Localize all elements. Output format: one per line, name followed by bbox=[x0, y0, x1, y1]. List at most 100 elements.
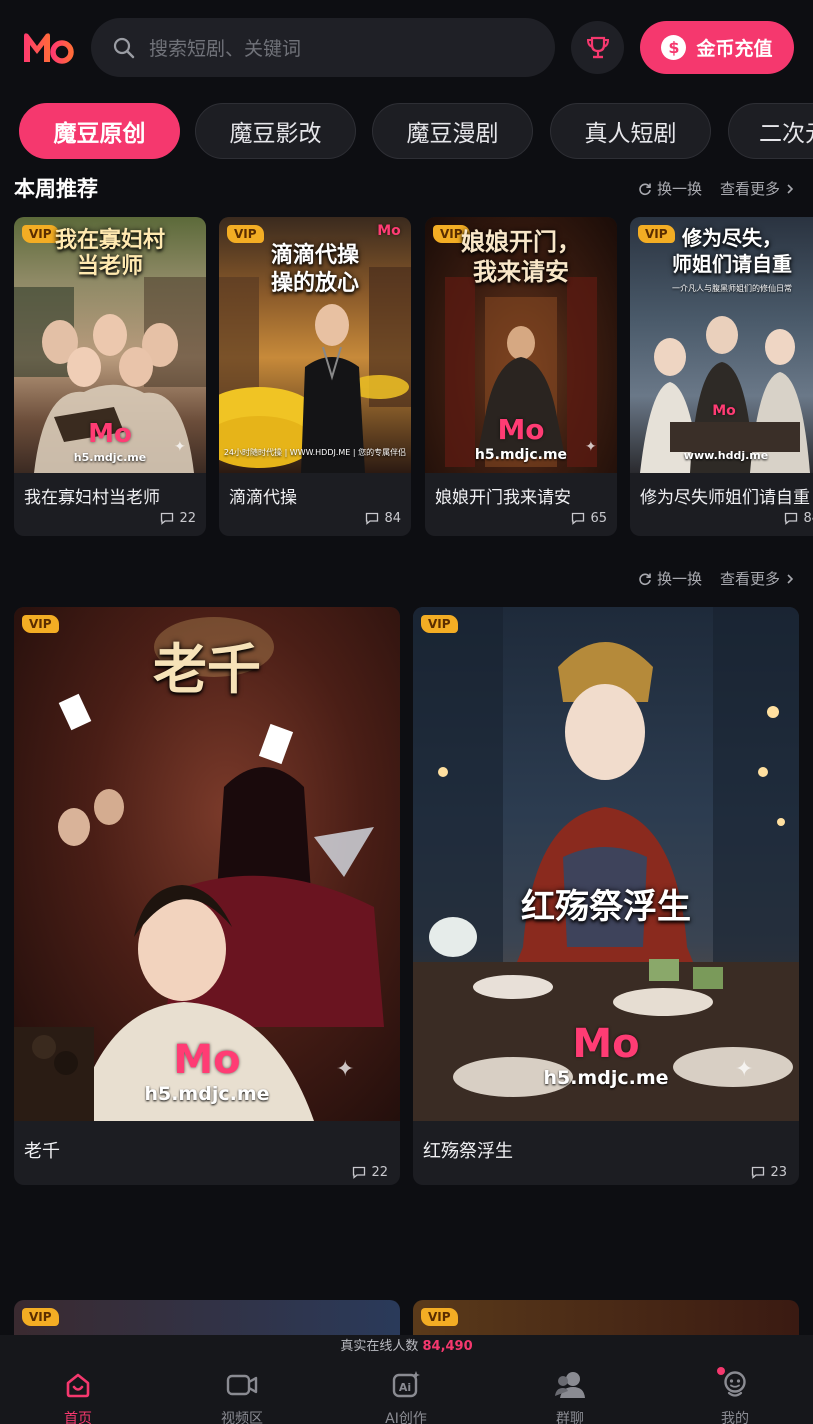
chevron-right-icon bbox=[787, 183, 794, 194]
drama-card-large[interactable]: VIP bbox=[14, 1300, 400, 1340]
sparkle-icon: ✦ bbox=[735, 1057, 754, 1082]
drama-poster: VIP 老千 Mo h5.mdjc.me ✦ bbox=[14, 607, 400, 1121]
sparkle-icon: ✦ bbox=[174, 439, 186, 455]
watermark-logo: Mo bbox=[712, 403, 736, 419]
nav-label: 我的 bbox=[721, 1411, 749, 1424]
nav-group-chat[interactable]: 群聊 bbox=[520, 1369, 620, 1424]
drama-card-large[interactable]: VIP 老千 Mo h5.mdjc.me ✦ 老千 22 bbox=[14, 607, 400, 1185]
comment-icon bbox=[572, 512, 585, 525]
refresh-button[interactable]: 换一换 bbox=[638, 178, 702, 199]
tab-modou-original[interactable]: 魔豆原创 bbox=[19, 103, 180, 159]
nav-home[interactable]: 首页 bbox=[28, 1369, 128, 1424]
drama-card[interactable]: VIP 滴滴代操 操的放心 Mo 24小时随时代操 | WWW.HDDJ.ME … bbox=[219, 217, 411, 536]
drama-card[interactable]: VIP 修为尽失， 师姐们请自重 一介凡人与腹黑师姐们的修仙日常 Mo www.… bbox=[630, 217, 813, 536]
watermark-url: www.hddj.me bbox=[683, 449, 769, 462]
watermark-logo: Mo bbox=[88, 419, 132, 449]
vip-badge: VIP bbox=[421, 615, 458, 633]
search-placeholder: 搜索短剧、关键词 bbox=[149, 38, 302, 60]
drama-title: 我在寡妇村当老师 bbox=[24, 488, 160, 508]
tab-modou-film-adapt[interactable]: 魔豆影改 bbox=[195, 103, 356, 159]
recharge-button[interactable]: $ 金币充值 bbox=[640, 21, 794, 74]
category-tabs: 魔豆原创 魔豆影改 魔豆漫剧 真人短剧 二次元 bbox=[19, 103, 813, 160]
chevron-right-icon bbox=[787, 573, 794, 584]
view-more-label: 查看更多 bbox=[719, 570, 780, 588]
drama-poster: VIP 我在寡妇村 当老师 Mo h5.mdjc.me ✦ bbox=[14, 217, 206, 473]
bottom-nav: 首页 视频区 Ai AI创作 群聊 我的 bbox=[0, 1359, 813, 1424]
poster-title-text: 老千 bbox=[153, 637, 261, 701]
comment-count: 84 bbox=[365, 511, 401, 526]
comment-icon bbox=[366, 512, 379, 525]
drama-title: 红殇祭浮生 bbox=[423, 1141, 513, 1162]
poster-title-text: 娘娘开门， 我来请安 bbox=[461, 227, 581, 286]
comment-count: 84 bbox=[784, 511, 813, 526]
search-bar[interactable]: 搜索短剧、关键词 bbox=[91, 18, 555, 77]
ai-icon: Ai bbox=[392, 1371, 420, 1398]
sparkle-icon: ✦ bbox=[585, 439, 597, 455]
svg-text:Ai: Ai bbox=[399, 1381, 411, 1394]
coin-icon: $ bbox=[661, 35, 687, 60]
drama-poster: VIP 红殇祭浮生 Mo h5.mdjc.me ✦ bbox=[413, 607, 799, 1121]
poster-title-text: 红殇祭浮生 bbox=[521, 887, 691, 927]
online-count: 84,490 bbox=[422, 1339, 473, 1354]
refresh-icon bbox=[639, 572, 651, 585]
comment-count-value: 23 bbox=[770, 1165, 787, 1180]
comment-count: 22 bbox=[160, 511, 196, 526]
refresh-button[interactable]: 换一换 bbox=[638, 568, 702, 589]
drama-title: 老千 bbox=[24, 1141, 60, 1162]
drama-card[interactable]: VIP 娘娘开门， 我来请安 Mo h5.mdjc.me ✦ 娘娘开门我来请安 … bbox=[425, 217, 617, 536]
drama-poster: VIP 娘娘开门， 我来请安 Mo h5.mdjc.me ✦ bbox=[425, 217, 617, 473]
watermark-url: h5.mdjc.me bbox=[144, 1083, 270, 1105]
comment-count-value: 22 bbox=[371, 1165, 388, 1180]
sparkle-icon: ✦ bbox=[336, 1057, 355, 1082]
group-chat-icon bbox=[555, 1372, 585, 1398]
poster-title-text: 修为尽失， 师姐们请自重 bbox=[672, 226, 792, 276]
trophy-button[interactable] bbox=[571, 21, 624, 74]
poster-title-text: 滴滴代操 操的放心 bbox=[270, 242, 359, 296]
online-count-bar: 真实在线人数 84,490 bbox=[0, 1335, 813, 1359]
comment-count: 23 bbox=[751, 1165, 787, 1180]
vip-badge: VIP bbox=[22, 1308, 59, 1326]
drama-poster: VIP 修为尽失， 师姐们请自重 一介凡人与腹黑师姐们的修仙日常 Mo www.… bbox=[630, 217, 813, 473]
section-actions: 换一换 查看更多 bbox=[638, 178, 795, 199]
comment-count-value: 84 bbox=[803, 511, 813, 526]
drama-title: 修为尽失师姐们请自重 bbox=[640, 488, 810, 508]
notification-dot bbox=[717, 1367, 725, 1375]
comment-icon bbox=[752, 1166, 765, 1179]
comment-count-value: 84 bbox=[384, 511, 401, 526]
drama-card-large[interactable]: VIP 红殇祭浮生 Mo h5.mdjc.me ✦ 红殇祭浮生 23 bbox=[413, 607, 799, 1185]
view-more-label: 查看更多 bbox=[719, 180, 780, 198]
tab-anime[interactable]: 二次元 bbox=[728, 103, 813, 159]
drama-poster: VIP 滴滴代操 操的放心 Mo 24小时随时代操 | WWW.HDDJ.ME … bbox=[219, 217, 411, 473]
watermark-logo: Mo bbox=[572, 1021, 640, 1067]
poster-title-text: 我在寡妇村 当老师 bbox=[54, 227, 165, 279]
video-icon bbox=[226, 1374, 258, 1396]
drama-card[interactable]: VIP 我在寡妇村 当老师 Mo h5.mdjc.me ✦ 我在寡妇村当老师 2… bbox=[14, 217, 206, 536]
drama-card-large[interactable]: VIP bbox=[413, 1300, 799, 1340]
section-title: 本周推荐 bbox=[14, 177, 98, 201]
comment-icon bbox=[353, 1166, 366, 1179]
nav-label: 群聊 bbox=[556, 1411, 584, 1424]
online-label: 真实在线人数 bbox=[340, 1339, 419, 1354]
vip-badge: VIP bbox=[421, 1308, 458, 1326]
app-logo[interactable] bbox=[22, 28, 74, 68]
view-more-link[interactable]: 查看更多 bbox=[720, 178, 795, 199]
nav-video[interactable]: 视频区 bbox=[192, 1369, 292, 1424]
watermark-logo: Mo bbox=[173, 1037, 241, 1083]
search-icon bbox=[113, 37, 135, 58]
refresh-label: 换一换 bbox=[656, 570, 702, 588]
comment-icon bbox=[785, 512, 798, 525]
tab-modou-comic[interactable]: 魔豆漫剧 bbox=[372, 103, 533, 159]
home-icon bbox=[66, 1373, 90, 1398]
section-actions: 换一换 查看更多 bbox=[638, 568, 795, 589]
trophy-icon bbox=[586, 36, 609, 58]
tab-live-action[interactable]: 真人短剧 bbox=[550, 103, 711, 159]
nav-profile[interactable]: 我的 bbox=[685, 1367, 785, 1424]
comment-count: 22 bbox=[352, 1165, 388, 1180]
view-more-link[interactable]: 查看更多 bbox=[720, 568, 795, 589]
nav-ai-create[interactable]: Ai AI创作 bbox=[356, 1369, 456, 1424]
top-header: 搜索短剧、关键词 $ 金币充值 bbox=[0, 0, 813, 96]
drama-title: 滴滴代操 bbox=[229, 488, 297, 508]
watermark-url: 24小时随时代操 | WWW.HDDJ.ME | 您的专属伴侣 bbox=[223, 448, 407, 457]
refresh-label: 换一换 bbox=[656, 180, 702, 198]
comment-count-value: 22 bbox=[179, 511, 196, 526]
